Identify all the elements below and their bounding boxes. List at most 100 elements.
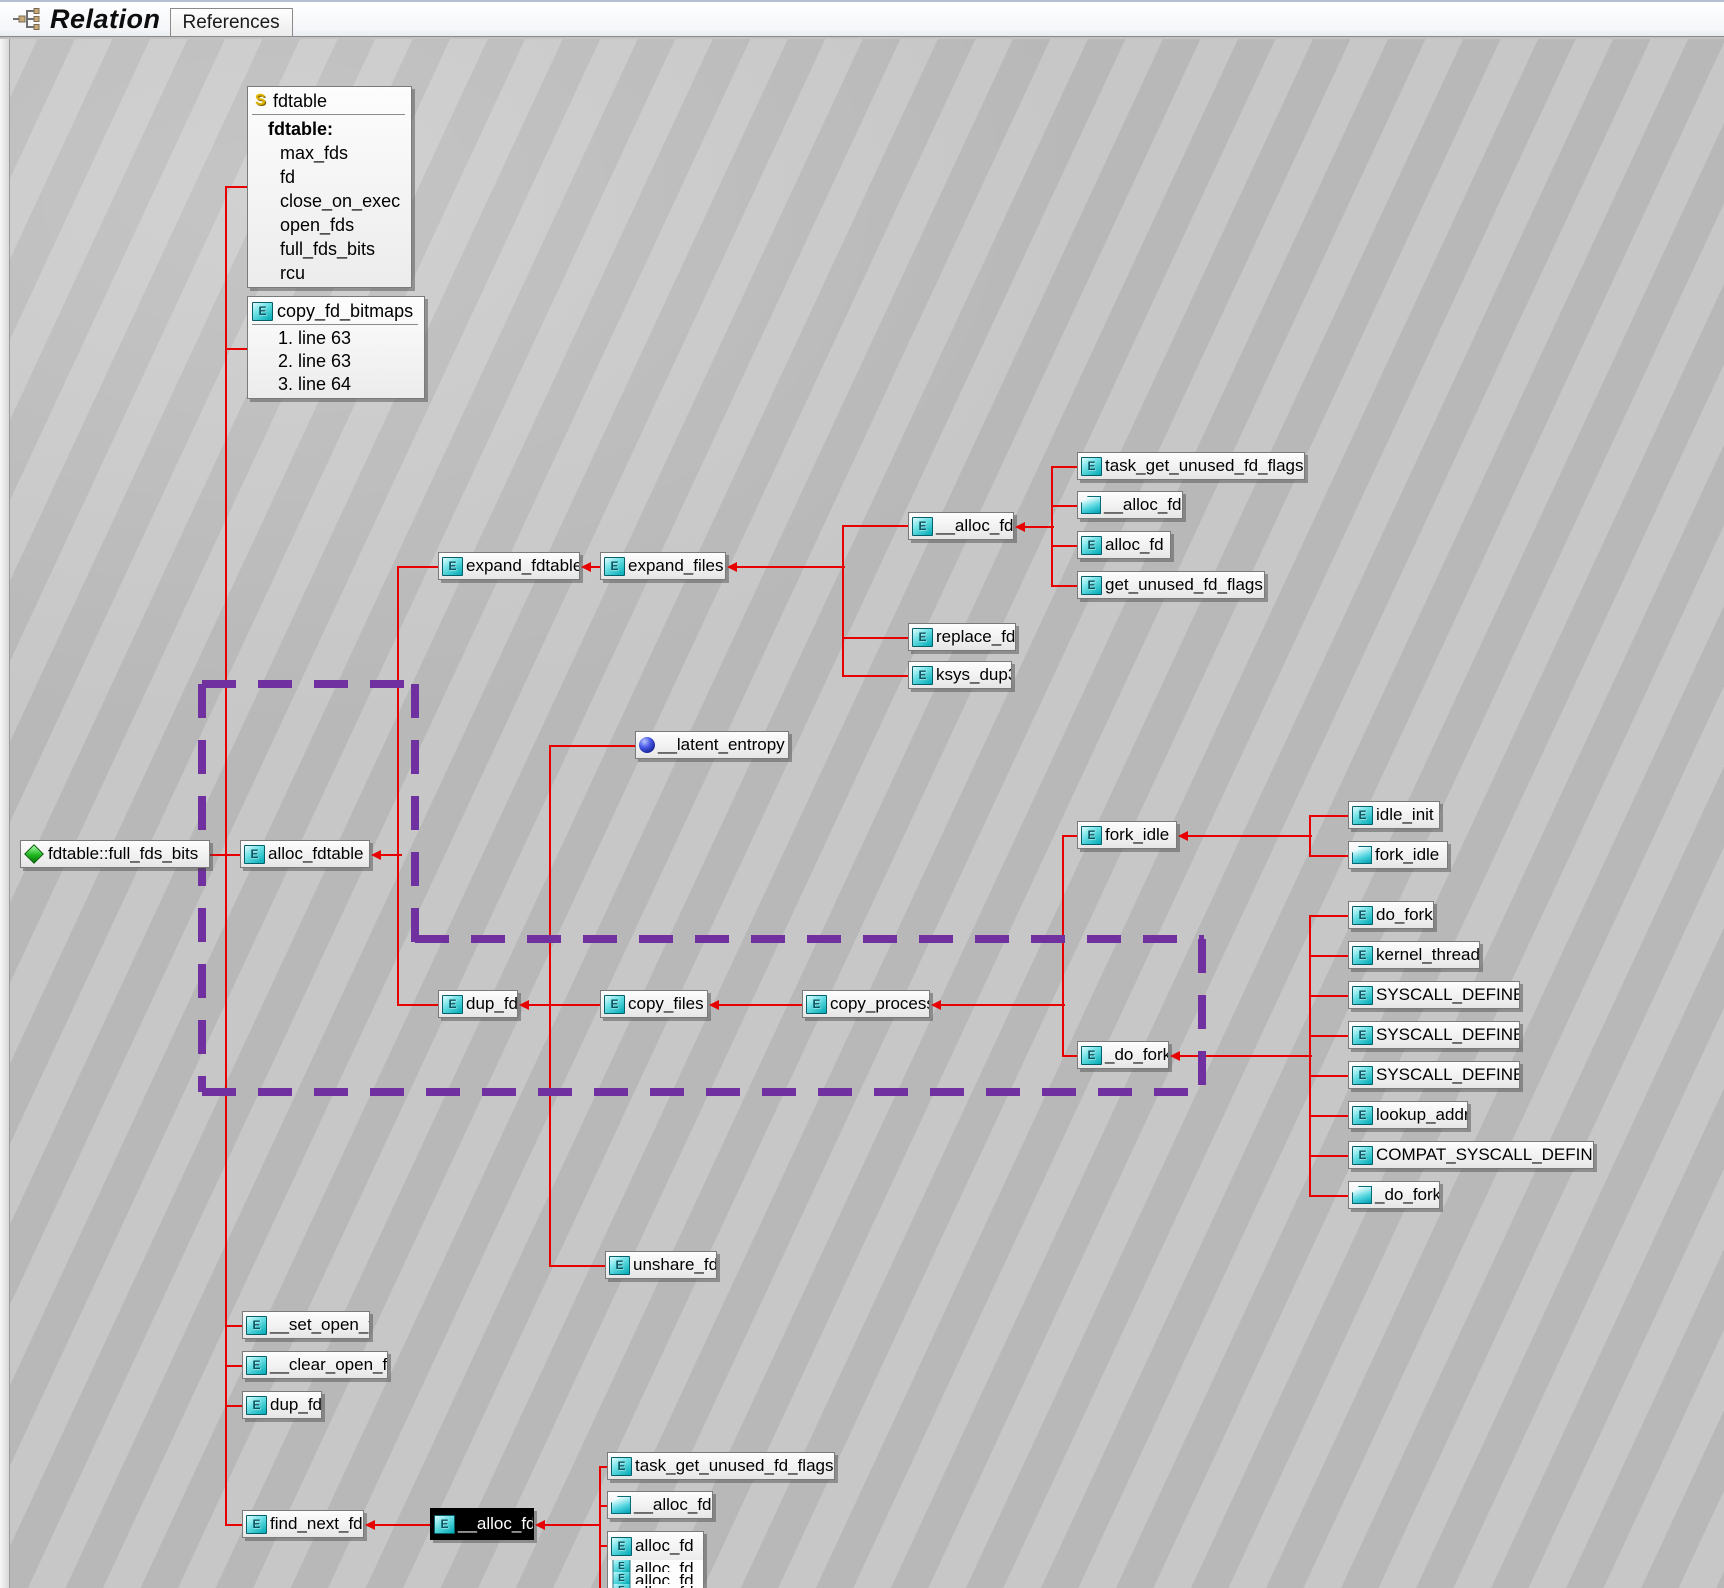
- node-find-next-fd[interactable]: find_next_fd: [242, 1510, 364, 1538]
- node-alloc-fdtable[interactable]: alloc_fdtable: [240, 840, 370, 868]
- arrowhead: [365, 1520, 375, 1530]
- function-icon: [244, 845, 265, 864]
- selection-dash: [202, 680, 418, 688]
- selection-dash: [198, 684, 206, 1092]
- title-bar: Relation References: [0, 0, 1724, 37]
- window-title: Relation: [50, 4, 161, 35]
- function-icon: [1081, 1046, 1102, 1065]
- function-icon: [1081, 536, 1102, 555]
- tab-references[interactable]: References: [170, 8, 293, 36]
- struct-member[interactable]: fdtable:: [252, 117, 405, 141]
- connector: [549, 745, 639, 747]
- node-fdtable-full-fds-bits[interactable]: fdtable::full_fds_bits: [20, 840, 210, 868]
- reference-line[interactable]: 1. line 63: [252, 327, 418, 350]
- node-unshare-fd[interactable]: unshare_fd: [605, 1251, 717, 1279]
- struct-member[interactable]: max_fds: [252, 141, 405, 165]
- function-icon: [613, 1584, 631, 1588]
- node-dup-fd-2[interactable]: dup_fd: [242, 1391, 322, 1419]
- struct-box-fdtable[interactable]: fdtable fdtable: max_fds fd close_on_exe…: [247, 86, 412, 288]
- function-icon: [434, 1515, 455, 1534]
- node-kernel-thread[interactable]: kernel_thread: [1348, 941, 1480, 969]
- node-alloc-fd-dunder-selected[interactable]: __alloc_fd: [430, 1508, 534, 1540]
- function-icon: [604, 995, 625, 1014]
- connector: [1309, 1115, 1352, 1117]
- struct-box-title: fdtable: [252, 89, 405, 113]
- struct-member[interactable]: open_fds: [252, 213, 405, 237]
- node-alloc-fd-dunder[interactable]: __alloc_fd: [908, 512, 1014, 540]
- node-syscall-define5[interactable]: SYSCALL_DEFINE5: [1348, 1061, 1520, 1089]
- node-idle-init[interactable]: idle_init: [1348, 801, 1440, 829]
- node-expand-files[interactable]: expand_files: [600, 552, 726, 580]
- struct-icon: [252, 92, 269, 110]
- node-do-fork-decl[interactable]: _do_fork: [1348, 1181, 1440, 1209]
- connector: [1309, 995, 1352, 997]
- connector: [397, 566, 442, 568]
- node-alloc-fd-dunder-decl-2[interactable]: __alloc_fd: [607, 1491, 713, 1519]
- connector: [1309, 1035, 1352, 1037]
- node-clear-open-fd[interactable]: __clear_open_fd: [242, 1351, 388, 1379]
- document-icon: [1352, 1186, 1372, 1204]
- node-ksys-dup3[interactable]: ksys_dup3: [908, 661, 1012, 689]
- function-icon: [912, 666, 933, 685]
- node-alloc-fd-stack[interactable]: alloc_fd alloc_fd alloc_fd alloc_fd allo…: [607, 1531, 704, 1588]
- connector: [1172, 1055, 1312, 1057]
- node-get-unused-fd-flags[interactable]: get_unused_fd_flags: [1077, 571, 1265, 599]
- node-lookup-addr[interactable]: lookup_addr: [1348, 1101, 1468, 1129]
- node-alloc-fd[interactable]: alloc_fd: [1077, 531, 1171, 559]
- node-compat-syscall-define5[interactable]: COMPAT_SYSCALL_DEFINE5: [1348, 1141, 1594, 1169]
- function-icon: [1352, 946, 1373, 965]
- struct-member[interactable]: full_fds_bits: [252, 237, 405, 261]
- separator: [252, 324, 418, 325]
- document-icon: [1352, 846, 1372, 864]
- node-copy-process[interactable]: copy_process: [802, 990, 930, 1018]
- connector: [226, 186, 249, 188]
- node-set-open-fd[interactable]: __set_open_fd: [242, 1311, 370, 1339]
- stack-row-clipped: alloc_fd: [608, 1560, 703, 1572]
- node-task-get-unused-fd-flags[interactable]: task_get_unused_fd_flags: [1077, 452, 1305, 480]
- node-fork-idle-decl[interactable]: fork_idle: [1348, 841, 1448, 869]
- document-icon: [1081, 496, 1101, 514]
- function-icon: [1352, 1066, 1373, 1085]
- node-task-get-unused-fd-flags-2[interactable]: task_get_unused_fd_flags: [607, 1452, 835, 1480]
- node-fork-idle[interactable]: fork_idle: [1077, 821, 1177, 849]
- struct-member[interactable]: close_on_exec: [252, 189, 405, 213]
- node-dup-fd[interactable]: dup_fd: [438, 990, 518, 1018]
- function-icon: [611, 1537, 632, 1556]
- connector: [549, 745, 551, 1267]
- reference-line[interactable]: 3. line 64: [252, 373, 418, 396]
- node-alloc-fd-dunder-decl[interactable]: __alloc_fd: [1077, 491, 1183, 519]
- connector: [1309, 1195, 1352, 1197]
- function-icon: [252, 302, 273, 321]
- struct-member[interactable]: rcu: [252, 261, 405, 285]
- node-copy-files[interactable]: copy_files: [600, 990, 708, 1018]
- connector: [367, 1524, 431, 1526]
- node-latent-entropy[interactable]: __latent_entropy: [635, 731, 789, 759]
- arrowhead: [1178, 831, 1188, 841]
- stack-row-clipped: alloc_fd: [608, 1572, 703, 1584]
- node-expand-fdtable[interactable]: expand_fdtable: [438, 552, 580, 580]
- function-icon: [912, 628, 933, 647]
- relation-window: Relation References: [0, 0, 1724, 1588]
- function-icon: [613, 1560, 631, 1572]
- arrowhead: [519, 1000, 529, 1010]
- node-do-fork[interactable]: do_fork: [1348, 901, 1434, 929]
- node-replace-fd[interactable]: replace_fd: [908, 623, 1016, 651]
- node-syscall-define0-a[interactable]: SYSCALL_DEFINE0: [1348, 981, 1520, 1009]
- arrowhead: [535, 1520, 545, 1530]
- node-do-fork-underscore[interactable]: _do_fork: [1077, 1041, 1169, 1069]
- connector: [549, 1265, 609, 1267]
- node-syscall-define0-b[interactable]: SYSCALL_DEFINE0: [1348, 1021, 1520, 1049]
- connector: [729, 566, 845, 568]
- function-icon: [611, 1457, 632, 1476]
- relation-graph-canvas[interactable]: fdtable fdtable: max_fds fd close_on_exe…: [0, 39, 1724, 1588]
- reference-line[interactable]: 2. line 63: [252, 350, 418, 373]
- function-icon: [1352, 806, 1373, 825]
- connector: [1309, 1155, 1352, 1157]
- connector: [842, 525, 844, 677]
- struct-member[interactable]: fd: [252, 165, 405, 189]
- refs-box-copy-fd-bitmaps[interactable]: copy_fd_bitmaps 1. line 63 2. line 63 3.…: [247, 296, 425, 399]
- connector: [1309, 915, 1311, 1197]
- separator: [252, 114, 405, 115]
- function-icon: [912, 517, 933, 536]
- function-icon: [1352, 986, 1373, 1005]
